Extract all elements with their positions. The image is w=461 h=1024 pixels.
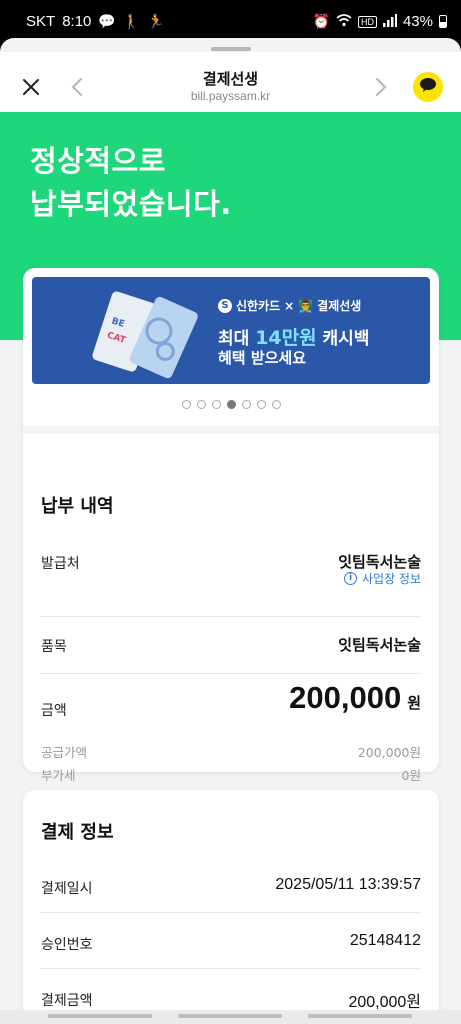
banner-prefix: 최대 xyxy=(218,329,250,349)
status-bar: SKT 8:10 💬 🚶 🏃 ⏰ HD 43% xyxy=(0,0,461,40)
payssam-logo-icon: 👨‍🏫 xyxy=(298,298,314,313)
amount-value: 200,000 xyxy=(289,680,402,715)
supply-value: 200,000원 xyxy=(357,745,421,760)
shinhan-logo-icon: S xyxy=(218,298,232,313)
banner-highlight: 14만원 xyxy=(255,327,317,349)
payment-info-card: 결제 정보 결제일시 2025/05/11 13:39:57 승인번호 2514… xyxy=(23,790,439,1024)
kakao-chat-icon xyxy=(419,77,437,97)
row-divider xyxy=(41,673,421,674)
pagination-dot[interactable] xyxy=(241,400,251,409)
vat-value: 0원 xyxy=(401,768,421,783)
pagination-dot[interactable] xyxy=(211,400,221,409)
amount-unit: 원 xyxy=(407,694,421,712)
pagination-dot[interactable] xyxy=(181,400,191,409)
item-label: 품목 xyxy=(41,639,67,655)
amount-display: 200,000 원 xyxy=(289,680,421,716)
message-icon: 💬 xyxy=(98,13,116,29)
datetime-value: 2025/05/11 13:39:57 xyxy=(275,876,421,893)
banner-pagination xyxy=(23,400,439,409)
hd-voice-badge: HD xyxy=(357,15,377,28)
page-title: 결제선생 xyxy=(202,70,259,88)
browser-nav-bar: 결제선생 bill.payssam.kr xyxy=(0,52,461,112)
system-nav-bar xyxy=(0,1010,461,1024)
status-right: ⏰ HD 43% xyxy=(313,13,447,30)
battery-percent: 43% xyxy=(402,13,433,30)
payment-details-card: BE CAT S 신한카드 × 👨‍🏫 결제선생 최대 xyxy=(23,268,439,783)
row-divider xyxy=(41,968,421,969)
pagination-dot[interactable] xyxy=(256,400,266,409)
datetime-label: 결제일시 xyxy=(41,881,93,897)
promo-banner[interactable]: BE CAT S 신한카드 × 👨‍🏫 결제선생 최대 xyxy=(32,277,430,384)
paid-amount-value: 200,000원 xyxy=(348,994,421,1011)
success-line-2: 납부되었습니다. xyxy=(30,187,232,221)
chevron-right-icon[interactable] xyxy=(370,76,390,98)
business-info-link[interactable]: i 사업장 정보 xyxy=(343,570,421,587)
payment-details-title: 납부 내역 xyxy=(41,496,114,517)
page-url: bill.payssam.kr xyxy=(190,89,271,103)
nav-bar-segment[interactable] xyxy=(308,1014,412,1018)
banner-brand: S 신한카드 × 👨‍🏫 결제선생 xyxy=(218,297,361,314)
sheet-grabber[interactable] xyxy=(211,47,251,51)
nav-bar-segment[interactable] xyxy=(178,1014,282,1018)
supply-label: 공급가액 xyxy=(41,745,88,760)
web-sheet: 결제선생 bill.payssam.kr 정상적으로 납부되었습니다. BE C… xyxy=(0,38,461,1024)
pagination-dot[interactable] xyxy=(271,400,281,409)
alarm-icon: ⏰ xyxy=(312,13,330,29)
run-icon: 🏃 xyxy=(147,13,165,29)
issuer-value: 잇팀독서논술 xyxy=(338,553,421,571)
banner-headline: 최대 14만원 캐시백 xyxy=(218,323,369,350)
success-line-1: 정상적으로 xyxy=(30,144,166,178)
pagination-dot-active[interactable] xyxy=(226,400,236,409)
business-info-label: 사업장 정보 xyxy=(361,572,421,586)
kakao-chat-button[interactable] xyxy=(413,72,443,102)
amount-label: 금액 xyxy=(41,703,67,719)
row-divider xyxy=(41,616,421,617)
info-icon: i xyxy=(343,572,357,585)
nav-bar-segment[interactable] xyxy=(48,1014,152,1018)
row-divider xyxy=(41,912,421,913)
banner-brand-card: 신한카드 xyxy=(236,299,281,313)
vat-label: 부가세 xyxy=(41,768,76,783)
credit-card-image: BE CAT xyxy=(82,287,202,382)
approval-label: 승인번호 xyxy=(41,937,93,953)
walk-icon: 🚶 xyxy=(122,13,141,29)
payment-info-title: 결제 정보 xyxy=(41,822,114,843)
carrier-label: SKT xyxy=(26,13,56,30)
signal-icon xyxy=(382,13,397,30)
paid-amount-label: 결제금액 xyxy=(41,993,93,1009)
time-label: 8:10 xyxy=(62,13,92,30)
wifi-icon xyxy=(336,13,352,30)
success-message: 정상적으로 납부되었습니다. xyxy=(30,140,232,226)
banner-suffix: 캐시백 xyxy=(322,329,370,349)
item-value: 잇팀독서논술 xyxy=(338,636,421,654)
battery-icon xyxy=(439,15,447,28)
pagination-dot[interactable] xyxy=(196,400,206,409)
approval-value: 25148412 xyxy=(349,932,421,949)
banner-brand-partner: 결제선생 xyxy=(317,299,362,313)
status-left: SKT 8:10 💬 🚶 🏃 xyxy=(26,13,165,30)
banner-subline: 혜택 받으세요 xyxy=(218,349,307,367)
section-separator xyxy=(23,426,439,434)
issuer-label: 발급처 xyxy=(41,556,80,572)
banner-brand-x: × xyxy=(284,298,295,313)
